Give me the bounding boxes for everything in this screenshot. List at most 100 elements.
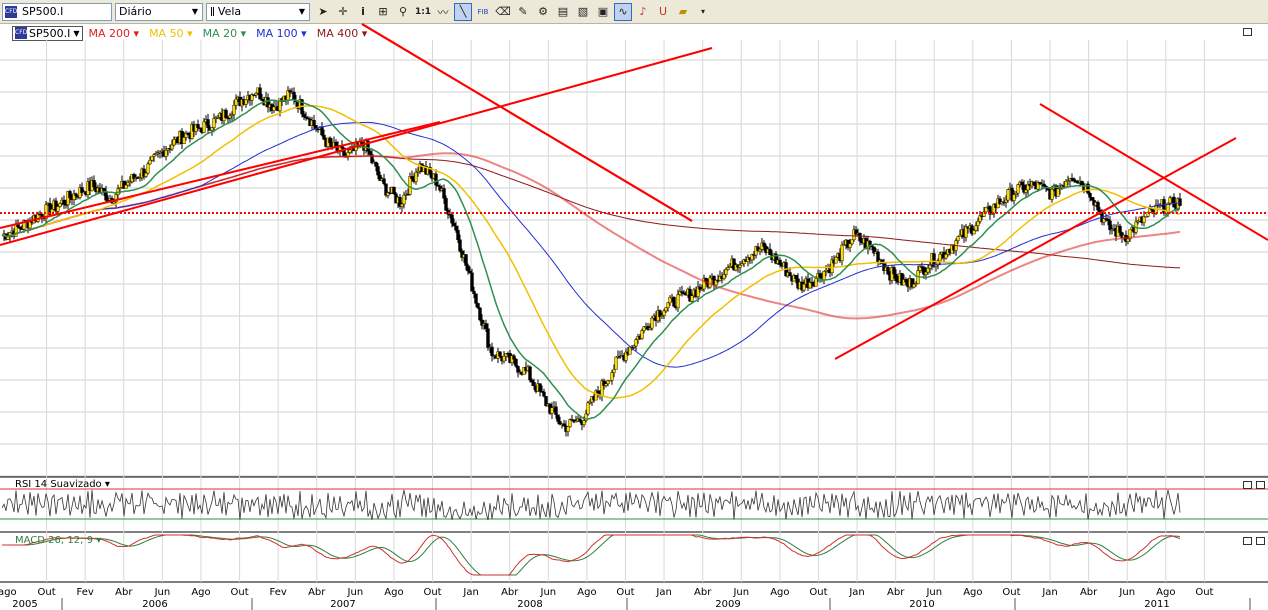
candle <box>550 407 554 414</box>
candle <box>802 283 806 291</box>
x-tick-label: Jun <box>732 587 749 598</box>
candle <box>554 406 558 415</box>
restore-rsi-panel-icon[interactable] <box>1243 481 1252 489</box>
candle <box>904 279 908 283</box>
candle <box>124 184 128 189</box>
candle <box>740 263 744 266</box>
candle <box>442 188 446 199</box>
candle <box>938 254 942 261</box>
candle <box>976 221 980 226</box>
candle <box>206 119 210 128</box>
candle <box>650 318 654 329</box>
year-label: 2009 <box>715 599 740 610</box>
x-tick-label: Out <box>423 587 441 598</box>
candle <box>170 144 174 150</box>
candle <box>1118 225 1122 233</box>
candle <box>402 194 406 205</box>
x-tick-label: Jun <box>154 587 171 598</box>
candle <box>512 355 516 360</box>
candle <box>1006 189 1010 201</box>
candle <box>486 328 490 348</box>
rsi-label[interactable]: RSI 14 Suavizado ▾ <box>15 479 110 490</box>
close-rsi-panel-icon[interactable] <box>1256 481 1265 489</box>
candle <box>328 137 332 144</box>
candle <box>840 244 844 261</box>
candle <box>892 267 896 275</box>
candle <box>400 203 404 207</box>
candle <box>182 137 186 144</box>
candle <box>640 330 644 339</box>
candle <box>224 109 228 119</box>
candle <box>376 166 380 176</box>
macd-label-text: MACD 26; 12; 9 <box>15 535 94 546</box>
candle <box>822 271 826 281</box>
price-chart[interactable]: ago Out Fev Abr Jun Ago Out Fev Abr Jun Ago Out Jan A… <box>0 0 1268 610</box>
maximize-price-panel-icon[interactable] <box>1243 28 1252 36</box>
rsi-label-text: RSI 14 Suavizado <box>15 479 102 490</box>
candle <box>1108 220 1112 231</box>
candle <box>758 249 762 252</box>
candle <box>532 382 536 387</box>
candle <box>578 418 582 422</box>
candle <box>476 303 480 309</box>
candle <box>664 307 668 312</box>
candle <box>392 186 396 195</box>
candle <box>722 274 726 279</box>
candle <box>514 358 518 367</box>
candle <box>414 172 418 182</box>
candle <box>944 254 948 259</box>
candle <box>228 115 232 119</box>
candle <box>118 187 122 190</box>
candle <box>924 271 928 275</box>
candle <box>452 222 456 227</box>
candle <box>146 163 150 174</box>
x-tick-label: Abr <box>1080 587 1098 598</box>
x-tick-label: Jun <box>540 587 557 598</box>
candle <box>768 248 772 256</box>
candle <box>1096 201 1100 211</box>
macd-label[interactable]: MACD 26; 12; 9 ▾ <box>15 535 101 546</box>
candle <box>102 188 106 192</box>
x-tick-label: Out <box>230 587 248 598</box>
close-macd-panel-icon[interactable] <box>1256 537 1265 545</box>
candle <box>886 267 890 275</box>
candle <box>1088 193 1092 198</box>
candle <box>1014 192 1018 195</box>
candle <box>458 239 462 252</box>
candle <box>788 272 792 277</box>
year-label: 2005 <box>12 599 37 610</box>
candle <box>1050 189 1054 200</box>
candle <box>542 391 546 397</box>
trend-line <box>0 47 713 246</box>
candle <box>1106 219 1110 222</box>
candle <box>234 98 238 106</box>
candle <box>858 232 862 242</box>
candle <box>934 264 938 267</box>
candle <box>614 356 618 370</box>
candle <box>466 265 470 272</box>
candle <box>472 291 476 295</box>
candle <box>474 293 478 304</box>
x-tick-label: Abr <box>694 587 712 598</box>
candle <box>58 203 62 207</box>
candle <box>1080 181 1084 186</box>
candle <box>56 206 60 212</box>
candle <box>382 178 386 184</box>
year-label: 2011 <box>1144 599 1169 610</box>
candle <box>484 323 488 329</box>
candle <box>292 91 296 101</box>
candle <box>958 234 962 237</box>
restore-macd-panel-icon[interactable] <box>1243 537 1252 545</box>
candle <box>562 423 566 427</box>
candle <box>1074 180 1078 183</box>
candle <box>260 98 264 101</box>
candle <box>312 120 316 126</box>
candle <box>408 176 412 195</box>
candle <box>144 172 148 177</box>
x-tick-label: ago <box>0 587 17 598</box>
candle <box>164 149 168 157</box>
candle <box>762 242 766 247</box>
candle <box>302 113 306 118</box>
candle <box>92 180 96 188</box>
x-tick-label: Fev <box>270 587 287 598</box>
